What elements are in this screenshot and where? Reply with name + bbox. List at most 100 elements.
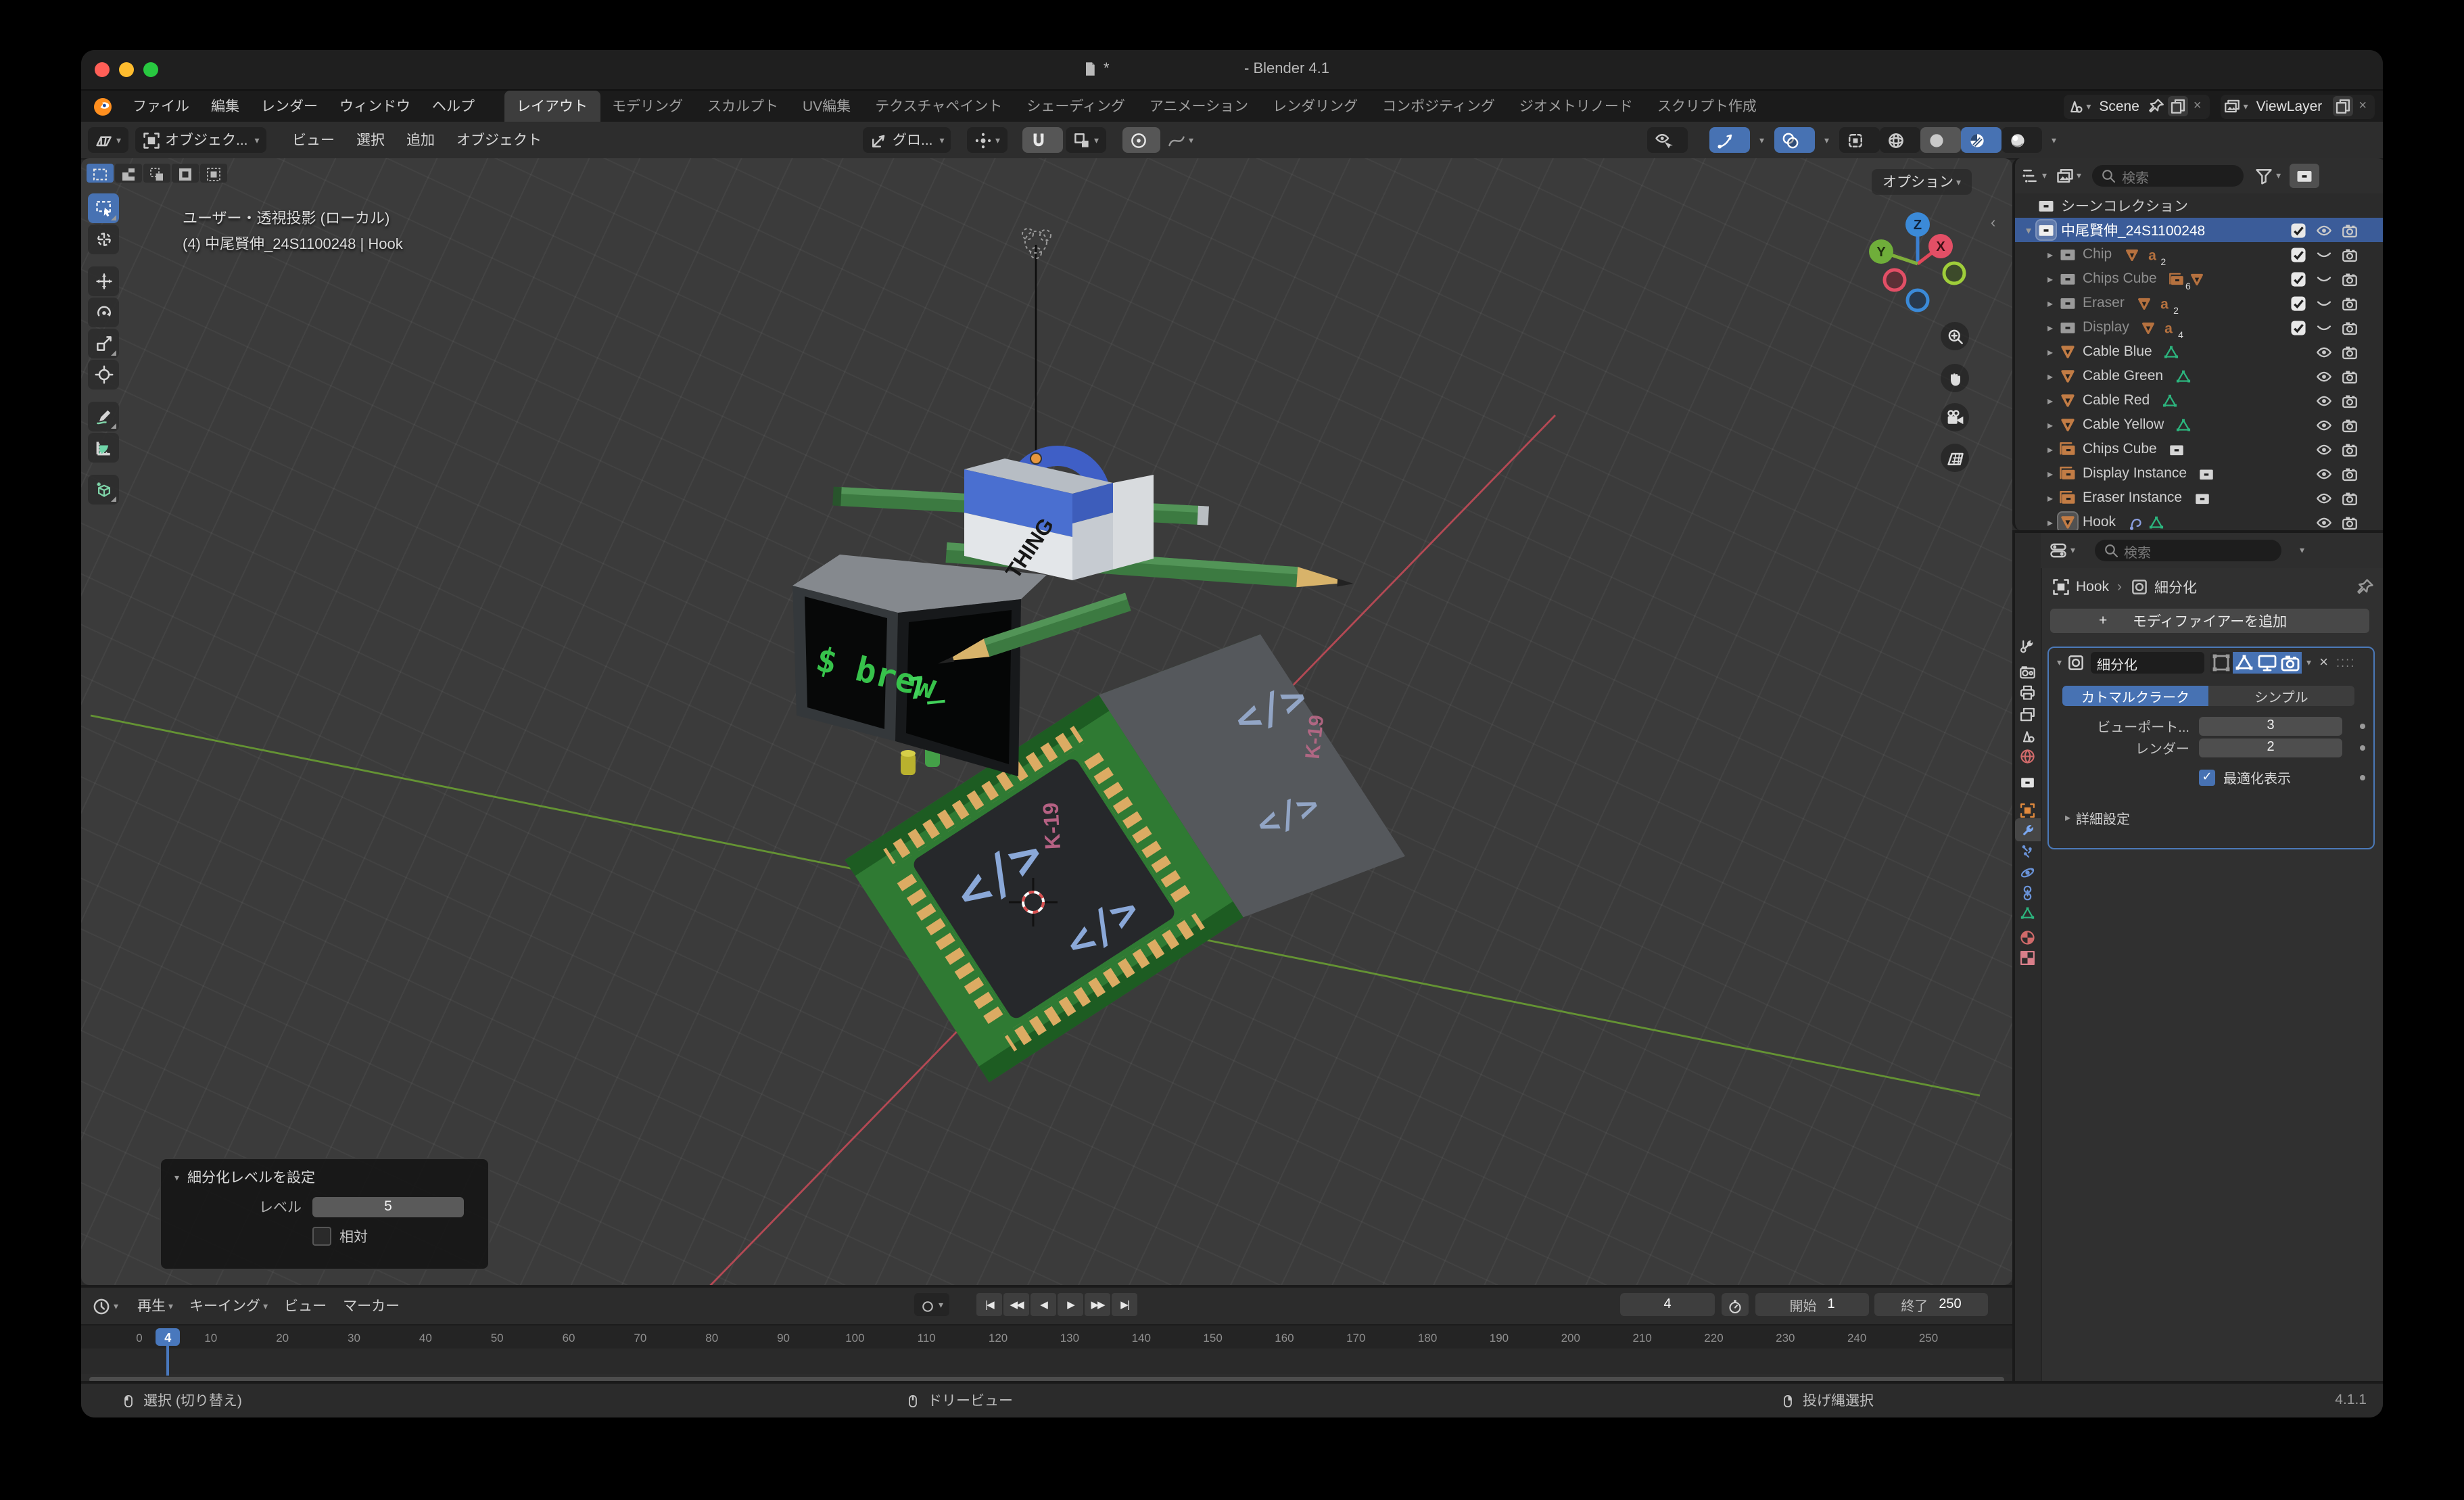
viewlayer-name[interactable]: ViewLayer (2248, 98, 2331, 114)
modifier-toggle-mesh-data[interactable] (2232, 652, 2255, 674)
selmode-sub-button[interactable] (143, 164, 170, 183)
camera-view-button[interactable] (1941, 403, 1969, 431)
object-origin[interactable] (1030, 453, 1041, 464)
operator-panel[interactable]: ▾細分化レベルを設定 レベル 5 相対 (160, 1158, 490, 1270)
timeline-menu-マーカー[interactable]: マーカー (335, 1296, 408, 1316)
camera-icon[interactable] (2341, 489, 2359, 507)
expand-icon[interactable]: ▸ (2042, 273, 2058, 285)
prev-keyframe-button[interactable]: ◀◀ (1003, 1293, 1029, 1316)
modifier-toggle-editcage[interactable] (2209, 652, 2232, 674)
jump-start-button[interactable]: |◀ (976, 1293, 1002, 1316)
workspace-tab[interactable]: アニメーション (1137, 91, 1260, 122)
display-mode-icon[interactable] (2055, 166, 2074, 185)
viewport-3d[interactable]: </> </> K-19 </> </> K-19 (81, 158, 2012, 1285)
minimize-window-button[interactable] (119, 62, 134, 77)
scene-name[interactable]: Scene (2091, 98, 2148, 114)
expand-icon[interactable]: ▸ (2042, 419, 2058, 431)
frame-end-field[interactable]: 終了250 (1874, 1293, 1988, 1316)
shade-solid-button[interactable] (1920, 127, 1961, 153)
shade-material-button[interactable] (1961, 127, 2001, 153)
camera-icon[interactable] (2341, 221, 2359, 239)
check-icon[interactable] (2290, 319, 2307, 336)
expand-icon[interactable]: ▸ (2042, 297, 2058, 309)
expand-icon[interactable]: ▾ (2020, 224, 2037, 236)
expand-icon[interactable]: ▸ (2042, 394, 2058, 406)
tool-add-cube[interactable] (88, 475, 119, 505)
gizmo-arrow-button[interactable] (1709, 127, 1750, 153)
outliner-item-label[interactable]: Cable Yellow (2083, 417, 2164, 433)
tool-scale[interactable] (88, 329, 119, 358)
viewport-menu-追加[interactable]: 追加 (396, 130, 446, 150)
camera-icon[interactable] (2341, 245, 2359, 263)
workspace-tab[interactable]: スカルプト (695, 91, 790, 122)
camera-icon[interactable] (2341, 319, 2359, 336)
add-modifier-button[interactable]: +モディファイアーを追加 (2050, 609, 2369, 633)
expand-icon[interactable]: ▸ (2042, 321, 2058, 333)
workspace-tab[interactable]: UV編集 (790, 91, 863, 122)
menu-ウィンドウ[interactable]: ウィンドウ (329, 92, 421, 120)
delete-modifier-icon[interactable]: × (2319, 655, 2328, 671)
outliner-row[interactable]: ▸Erasera2 (2015, 291, 2383, 315)
properties-search-input[interactable]: 検索 (2094, 540, 2281, 561)
expand-icon[interactable]: ▸ (2042, 516, 2058, 528)
menu-ヘルプ[interactable]: ヘルプ (421, 92, 485, 120)
outliner-editor-icon[interactable] (2020, 166, 2039, 185)
snap-toggle[interactable] (1022, 127, 1063, 153)
new-collection-button[interactable] (2289, 164, 2319, 188)
properties-tab-mesh-data[interactable] (2015, 901, 2041, 924)
outliner-item-label[interactable]: Cable Red (2083, 392, 2150, 408)
outliner-row[interactable]: ▸Cable Green (2015, 364, 2383, 388)
outliner-row[interactable]: ▸Chips Cube (2015, 437, 2383, 461)
eye-open-icon[interactable] (2315, 367, 2333, 385)
outliner-item-label[interactable]: Chip (2083, 246, 2112, 262)
use-preview-range-button[interactable] (1722, 1293, 1749, 1316)
animate-dot[interactable] (2360, 723, 2365, 728)
viewport-levels-field[interactable]: 3 (2199, 716, 2342, 735)
outliner-row[interactable]: ▸ Cable Yellow (2015, 413, 2383, 437)
options-button[interactable]: オプション▾ (1872, 169, 1972, 195)
properties-tab-texture[interactable] (2015, 945, 2041, 968)
eye-open-icon[interactable] (2315, 489, 2333, 507)
eye-open-icon[interactable] (2315, 440, 2333, 458)
properties-tab-tool[interactable] (2015, 634, 2041, 657)
workspace-tab[interactable]: スクリプト作成 (1645, 91, 1769, 122)
camera-icon[interactable] (2341, 392, 2359, 409)
camera-icon[interactable] (2341, 440, 2359, 458)
properties-tab-world[interactable] (2015, 744, 2041, 767)
animate-dot[interactable] (2360, 774, 2365, 780)
shade-wire-button[interactable] (1880, 127, 1920, 153)
drag-handle-icon[interactable]: ⁚⁚⁚⁚ (2336, 657, 2355, 669)
editor-type-button[interactable]: ▾ (88, 127, 128, 153)
pin-icon[interactable] (2356, 578, 2375, 596)
timeline-editor-icon[interactable] (92, 1296, 111, 1315)
current-frame-field[interactable]: 4 (1620, 1293, 1715, 1316)
outliner-row[interactable]: ▸Cable Blue (2015, 339, 2383, 364)
relative-checkbox[interactable] (312, 1227, 331, 1246)
outliner-item-label[interactable]: Display (2083, 319, 2129, 335)
navigation-gizmo[interactable]: Z X Y (1850, 196, 1985, 331)
viewport-menu-オブジェクト[interactable]: オブジェクト (446, 130, 552, 150)
properties-tab-render[interactable] (2015, 660, 2041, 683)
selmode-invert-button[interactable] (172, 164, 199, 183)
properties-tab-view-layer[interactable] (2015, 702, 2041, 725)
modifier-name-field[interactable]: 細分化 (2090, 652, 2204, 674)
outliner-item-label[interactable]: Display Instance (2083, 465, 2187, 482)
level-field[interactable]: 5 (312, 1196, 464, 1217)
unlink-scene-icon[interactable]: × (2188, 99, 2207, 114)
outliner-item-label[interactable]: Chips Cube (2083, 271, 2157, 287)
blender-logo-icon[interactable] (92, 95, 114, 117)
xray-button[interactable] (1839, 127, 1880, 153)
expand-icon[interactable]: ▸ (2042, 443, 2058, 455)
workspace-tab[interactable]: コンポジティング (1370, 91, 1507, 122)
tool-select-box[interactable] (88, 193, 119, 223)
tool-measure[interactable] (88, 433, 119, 463)
workspace-tab[interactable]: レイアウト (504, 91, 600, 122)
play-reverse-button[interactable]: ◀ (1030, 1293, 1056, 1316)
workspace-tab[interactable]: モデリング (600, 91, 695, 122)
properties-tab-collection[interactable] (2015, 770, 2041, 793)
outliner-row[interactable]: ▸Eraser Instance (2015, 486, 2383, 510)
camera-icon[interactable] (2341, 465, 2359, 482)
eye-open-icon[interactable] (2315, 513, 2333, 530)
camera-icon[interactable] (2341, 270, 2359, 287)
outliner-row[interactable]: ▸Hook (2015, 510, 2383, 530)
